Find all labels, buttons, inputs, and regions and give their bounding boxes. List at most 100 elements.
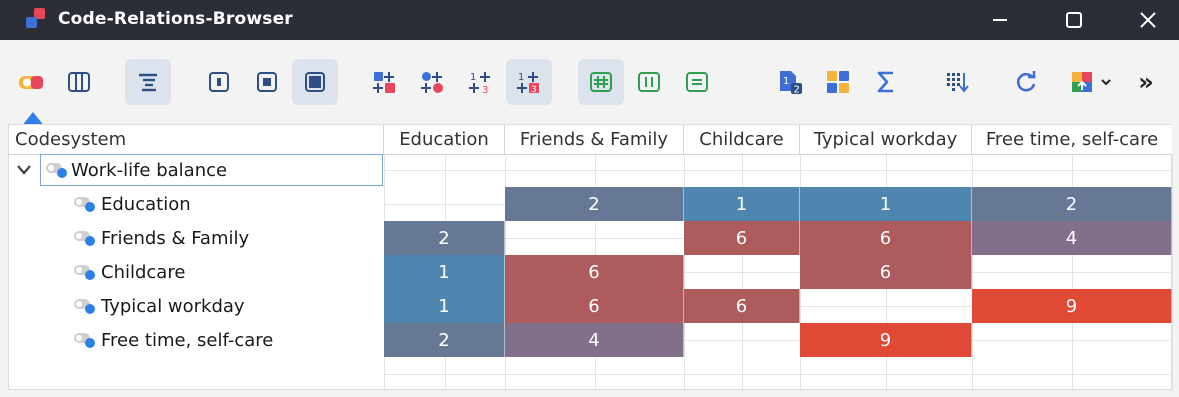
svg-text:2: 2 [794, 85, 800, 96]
color-map-icon [19, 76, 43, 89]
grid-vertical-button[interactable] [626, 59, 672, 105]
row-code-label[interactable]: Typical workday [101, 289, 245, 323]
codes-numbers-icon: 1 3 [469, 72, 490, 94]
display-mode-button[interactable] [8, 59, 54, 105]
code-icon [74, 333, 95, 348]
svg-text:1: 1 [470, 72, 476, 83]
svg-text:1: 1 [518, 72, 524, 83]
relation-cell[interactable]: 6 [684, 289, 800, 323]
relation-cell[interactable]: 4 [505, 323, 684, 357]
toolbar: 1 3 1 3 1 2 » [0, 40, 1179, 124]
relation-cell[interactable]: 2 [384, 323, 505, 357]
relation-cell[interactable] [505, 221, 684, 255]
relation-cell[interactable]: 4 [972, 221, 1172, 255]
app-logo-icon [26, 8, 45, 28]
export-dropdown-button[interactable] [1060, 59, 1122, 105]
title-bar: Code-Relations-Browser [0, 0, 1179, 40]
codes-colors-button[interactable] [362, 59, 408, 105]
grid-hline [384, 374, 1172, 375]
header-childcare[interactable]: Childcare [684, 125, 800, 155]
codes-numbered-squares-icon: 1 3 [517, 72, 539, 94]
sum-button[interactable] [863, 59, 909, 105]
grid-hash-button[interactable] [578, 59, 624, 105]
relation-cell[interactable]: 2 [505, 187, 684, 221]
export-puzzle-icon [1072, 72, 1092, 92]
codes-grid-button[interactable] [815, 59, 861, 105]
grid-horizontal-icon [686, 72, 708, 92]
codes-circles-button[interactable] [410, 59, 456, 105]
small-square-icon [209, 72, 229, 92]
relation-cell[interactable]: 1 [684, 187, 800, 221]
header-free-time[interactable]: Free time, self-care [972, 125, 1172, 155]
relation-cell[interactable]: 1 [384, 289, 505, 323]
relation-cell[interactable]: 1 [384, 255, 505, 289]
relation-cell[interactable] [384, 187, 505, 221]
codes-circles-icon [421, 72, 443, 93]
codes-squares-icon [373, 72, 395, 93]
relations-grid: Codesystem Education Friends & Family Ch… [8, 124, 1173, 391]
sort-down-icon [947, 73, 969, 93]
sigma-icon [877, 71, 893, 93]
codes-numbered-squares-button[interactable]: 1 3 [506, 59, 552, 105]
codes-numbers-button[interactable]: 1 3 [458, 59, 504, 105]
medium-square-icon [257, 72, 277, 92]
code-icon [74, 231, 95, 246]
row-code-label[interactable]: Childcare [101, 255, 185, 289]
grid-hline [384, 170, 1172, 171]
relation-cell[interactable]: 2 [972, 187, 1172, 221]
minimize-button[interactable] [982, 6, 1018, 34]
relation-cell[interactable] [972, 323, 1172, 357]
grid-horizontal-button[interactable] [674, 59, 720, 105]
relation-cell[interactable]: 6 [800, 221, 972, 255]
document-numbered-icon: 1 2 [780, 71, 802, 96]
grid-hash-icon [590, 72, 612, 92]
code-icon [74, 299, 95, 314]
relation-cell[interactable]: 6 [684, 221, 800, 255]
relation-cell[interactable]: 2 [384, 221, 505, 255]
relation-cell[interactable] [972, 255, 1172, 289]
codes-grid-icon [827, 71, 849, 93]
chevron-down-icon [1101, 79, 1111, 86]
svg-text:3: 3 [482, 85, 488, 94]
svg-text:1: 1 [783, 76, 789, 87]
code-group-icon [46, 163, 67, 178]
large-cell-button[interactable] [292, 59, 338, 105]
expand-chevron-icon[interactable] [16, 163, 32, 177]
relation-cell[interactable] [684, 255, 800, 289]
columns-button[interactable] [56, 59, 102, 105]
large-square-icon [305, 72, 325, 92]
relation-cell[interactable]: 1 [800, 187, 972, 221]
small-cell-button[interactable] [196, 59, 242, 105]
relation-cell[interactable]: 9 [800, 323, 972, 357]
grid-vertical-icon [638, 72, 660, 92]
documents-button[interactable]: 1 2 [767, 59, 813, 105]
align-center-button[interactable] [125, 59, 171, 105]
medium-cell-button[interactable] [244, 59, 290, 105]
refresh-button[interactable] [1003, 59, 1049, 105]
toolbar-overflow-button[interactable]: » [1126, 59, 1166, 105]
relation-cell[interactable]: 6 [800, 255, 972, 289]
header-friends-family[interactable]: Friends & Family [505, 125, 684, 155]
relation-cell[interactable] [684, 323, 800, 357]
maximize-icon [1066, 12, 1082, 28]
maximize-button[interactable] [1056, 6, 1092, 34]
align-center-icon [139, 73, 157, 92]
header-education[interactable]: Education [384, 125, 505, 155]
root-code-label: Work-life balance [71, 159, 228, 181]
close-button[interactable] [1130, 6, 1166, 34]
relation-cell[interactable]: 6 [505, 289, 684, 323]
grid-vline [1172, 155, 1173, 391]
window-title: Code-Relations-Browser [58, 9, 293, 29]
relation-cell[interactable] [800, 289, 972, 323]
relation-cell[interactable]: 9 [972, 289, 1172, 323]
row-code-label[interactable]: Free time, self-care [101, 323, 273, 357]
relation-cell[interactable]: 6 [505, 255, 684, 289]
code-icon [74, 197, 95, 212]
row-code-label[interactable]: Friends & Family [101, 221, 249, 255]
header-typical-workday[interactable]: Typical workday [800, 125, 972, 155]
header-codesystem[interactable]: Codesystem [9, 125, 384, 155]
row-code-label[interactable]: Education [101, 187, 191, 221]
sort-button[interactable] [934, 59, 980, 105]
code-icon [74, 265, 95, 280]
refresh-icon [1016, 71, 1036, 92]
